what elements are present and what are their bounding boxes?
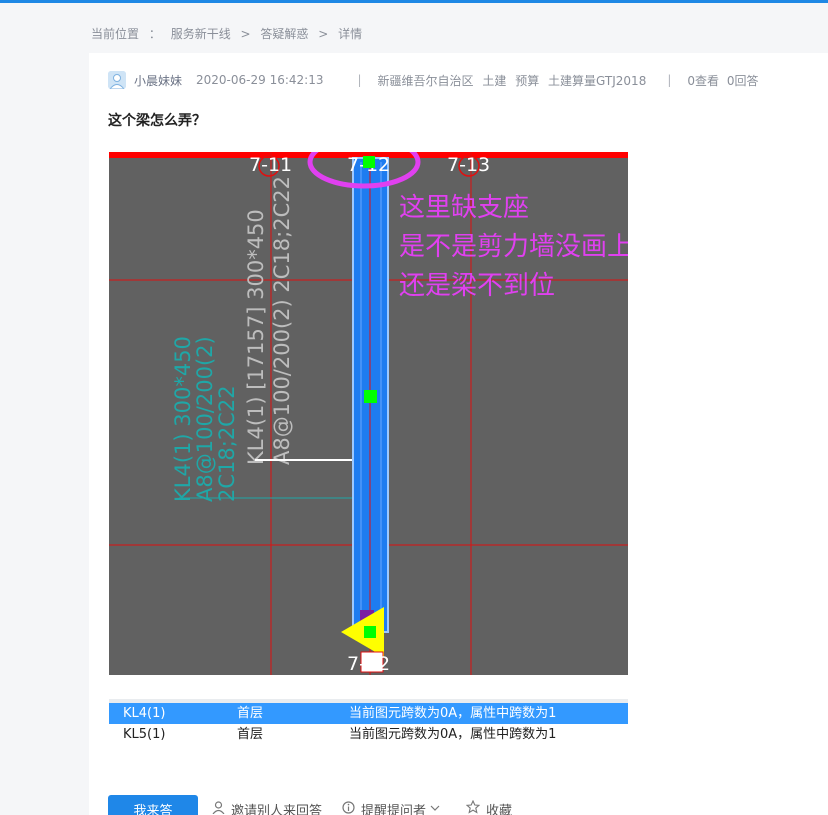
row-desc: 当前图元跨数为0A，属性中跨数为1 <box>349 706 557 721</box>
row-floor: 首层 <box>237 706 264 721</box>
beam-text: A8@100/200(2) 2C18;2C22 <box>270 176 294 465</box>
post-time: 2020-06-29 16:42:13 <box>196 73 324 87</box>
invite-label: 邀请别人来回答 <box>231 803 323 815</box>
breadcrumb-current: 详情 <box>338 27 363 41</box>
remind-action[interactable]: 提醒提问者 <box>342 800 446 815</box>
row-floor: 首层 <box>237 727 264 742</box>
answer-count: 0回答 <box>726 73 759 88</box>
breadcrumb: 当前位置 ： 服务新干线 > 答疑解惑 > 详情 <box>91 25 362 42</box>
breadcrumb-link-service[interactable]: 服务新干线 <box>171 27 231 41</box>
question-card: 小晨妹妹 2020-06-29 16:42:13 | 新疆维吾尔自治区 土建 预… <box>89 53 828 815</box>
user-avatar-icon <box>108 71 126 89</box>
axis-label-right: 7-13 <box>447 154 490 176</box>
annotation-line-3: 还是梁不到位 <box>399 271 555 301</box>
tag-region[interactable]: 新疆维吾尔自治区 <box>378 74 474 88</box>
star-icon <box>465 799 481 815</box>
tag-software[interactable]: 土建算量GTJ2018 <box>548 74 646 88</box>
post-tags: 新疆维吾尔自治区 土建 预算 土建算量GTJ2018 <box>378 72 652 89</box>
grip-point-mid[interactable] <box>364 390 377 403</box>
table-row[interactable]: KL5(1) 首层 当前图元跨数为0A，属性中跨数为1 <box>109 724 628 742</box>
row-name: KL5(1) <box>123 727 166 742</box>
answer-button[interactable]: 我来答 <box>108 795 198 815</box>
invite-action[interactable]: 邀请别人来回答 <box>212 800 322 815</box>
info-icon <box>342 800 355 815</box>
table-row[interactable]: KL4(1) 首层 当前图元跨数为0A，属性中跨数为1 <box>109 703 628 724</box>
question-title: 这个梁怎么弄？ <box>108 113 206 129</box>
person-icon <box>212 800 225 815</box>
avatar[interactable] <box>108 71 126 89</box>
view-count: 0查看 <box>687 73 720 88</box>
error-table-screenshot: KL4(1) 首层 当前图元跨数为0A，属性中跨数为1 KL5(1) 首层 当前… <box>109 699 628 742</box>
breadcrumb-separator: > <box>240 27 251 41</box>
action-bar: 我来答 邀请别人来回答 提醒提问者 收藏 <box>108 794 532 815</box>
favorite-action[interactable]: 收藏 <box>465 799 513 815</box>
breadcrumb-separator: > <box>318 27 329 41</box>
ghost-beam-text: A8@100/200(2) <box>193 336 217 502</box>
chevron-down-icon <box>430 802 440 815</box>
grip-point-top[interactable] <box>363 156 375 168</box>
axis-label-bottom: 7-12 <box>347 653 390 675</box>
axis-label-left: 7-11 <box>249 154 292 176</box>
post-stats: 0查看 0回答 <box>687 72 762 89</box>
top-accent-bar <box>0 0 828 3</box>
favorite-label: 收藏 <box>486 803 513 815</box>
breadcrumb-colon: ： <box>148 27 161 41</box>
tag-discipline[interactable]: 土建 <box>482 74 506 88</box>
meta-divider: | <box>357 73 362 87</box>
cad-screenshot: KL4(1) 300*450 A8@100/200(2) 2C18;2C22 K… <box>109 152 628 675</box>
ghost-beam-text: KL4(1) 300*450 <box>171 336 195 502</box>
row-desc: 当前图元跨数为0A，属性中跨数为1 <box>349 727 557 742</box>
ghost-beam-text: 2C18;2C22 <box>215 385 239 502</box>
annotation-line-2: 是不是剪力墙没画上 <box>399 232 628 262</box>
beam-text: KL4(1) [17157] 300*450 <box>244 209 268 465</box>
breadcrumb-link-qa[interactable]: 答疑解惑 <box>260 27 308 41</box>
breadcrumb-prefix: 当前位置 <box>91 27 140 41</box>
meta-divider: | <box>667 73 672 87</box>
tag-type[interactable]: 预算 <box>515 74 539 88</box>
author-name[interactable]: 小晨妹妹 <box>134 72 182 89</box>
row-name: KL4(1) <box>123 706 166 721</box>
grip-point-bottom[interactable] <box>364 626 376 638</box>
annotation-line-1: 这里缺支座 <box>399 193 529 223</box>
cad-drawing: KL4(1) 300*450 A8@100/200(2) 2C18;2C22 K… <box>109 152 628 675</box>
remind-label: 提醒提问者 <box>361 803 427 815</box>
post-meta: 小晨妹妹 2020-06-29 16:42:13 | 新疆维吾尔自治区 土建 预… <box>108 71 762 89</box>
